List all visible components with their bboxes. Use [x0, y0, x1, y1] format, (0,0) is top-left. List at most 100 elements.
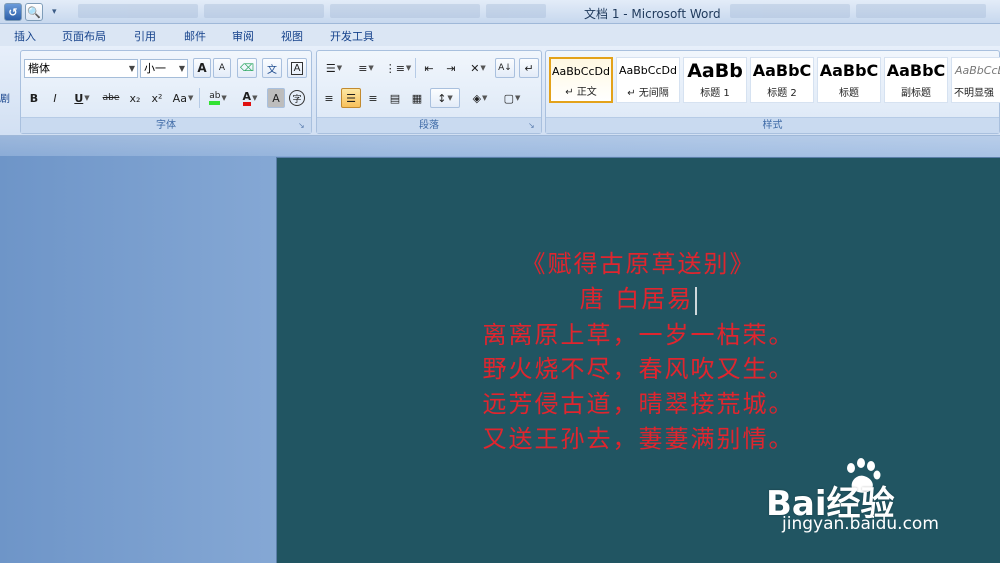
tab-developer[interactable]: 开发工具 — [330, 28, 374, 44]
style-normal[interactable]: AaBbCcDd ↵ 正文 — [549, 57, 613, 103]
style-name: 标题 1 — [700, 88, 730, 99]
chevron-down-icon: ▼ — [221, 94, 227, 102]
character-shading-button[interactable]: A — [267, 88, 285, 108]
change-case-label: Aa — [172, 91, 187, 105]
enclose-characters-button[interactable]: 字 — [287, 88, 307, 108]
style-sample: AaBbCcDd — [552, 65, 610, 78]
font-group: 楷体 ▼ 小一 ▼ A A ⌫ 文 A B I U▼ abe x₂ x² Aa — [20, 50, 312, 134]
font-dialog-launcher-icon[interactable]: ↘ — [298, 121, 307, 130]
chevron-down-icon: ▼ — [368, 64, 374, 72]
align-left-button[interactable]: ≡ — [319, 88, 339, 108]
line-spacing-button[interactable]: ↕ ▼ — [430, 88, 460, 108]
grow-font-button[interactable]: A — [193, 58, 211, 78]
window-title: 文档 1 - Microsoft Word — [584, 7, 721, 21]
font-size-select[interactable]: 小一 ▼ — [140, 59, 188, 78]
sort-icon: A↓ — [498, 63, 512, 73]
decrease-indent-button[interactable]: ⇤ — [419, 58, 439, 78]
font-color-button[interactable]: A ▼ — [235, 88, 265, 108]
align-right-button[interactable]: ≡ — [363, 88, 383, 108]
style-name: 不明显强 — [954, 88, 994, 99]
title-bar: ↺ 🔍 ▾ 文档 1 - Microsoft Word — [0, 0, 1000, 24]
phonetic-guide-icon: 文 — [267, 64, 277, 76]
clear-format-button[interactable]: ⌫ — [237, 58, 257, 78]
tab-page-layout[interactable]: 页面布局 — [62, 28, 106, 44]
print-preview-icon[interactable]: 🔍 — [25, 3, 43, 21]
undo-icon[interactable]: ↺ — [4, 3, 22, 21]
ribbon-tabs: 插入 页面布局 引用 邮件 审阅 视图 开发工具 — [0, 24, 1000, 46]
multilevel-list-icon: ⋮≡ — [384, 61, 405, 75]
justify-button[interactable]: ▤ — [385, 88, 405, 108]
ribbon: 剧 楷体 ▼ 小一 ▼ A A ⌫ 文 A B I U ▼ abe x₂ x² … — [0, 46, 1000, 136]
poem-author: 唐 白居易 — [579, 285, 694, 313]
paragraph-group-label: 段落 — [317, 117, 541, 133]
customize-toolbar-icon[interactable]: ▾ — [52, 3, 57, 21]
bold-button[interactable]: B — [24, 88, 44, 108]
chevron-down-icon: ▼ — [405, 64, 412, 72]
italic-button[interactable]: I — [45, 88, 65, 108]
chevron-down-icon: ▼ — [187, 94, 194, 102]
superscript-button[interactable]: x² — [147, 88, 167, 108]
styles-group-label: 样式 — [546, 117, 999, 133]
poem-line: 离离原上草，一岁一枯荣。 — [482, 321, 795, 349]
style-heading-2[interactable]: AaBbC 标题 2 — [750, 57, 814, 103]
shading-button[interactable]: ◈ ▼ — [465, 88, 495, 108]
shrink-font-icon: A — [218, 63, 226, 73]
watermark-url: jingyan.baidu.com — [782, 514, 939, 534]
highlighter-icon: ab — [209, 91, 221, 105]
subscript-button[interactable]: x₂ — [125, 88, 145, 108]
decrease-indent-icon: ⇤ — [424, 61, 434, 75]
sort-button[interactable]: A↓ — [495, 58, 515, 78]
style-name: ↵ 无间隔 — [627, 88, 669, 99]
character-border-icon: A — [290, 61, 304, 75]
text-cursor — [695, 286, 698, 315]
underline-label: U — [74, 91, 84, 105]
style-sample: AaBbCcDd — [619, 64, 677, 77]
tab-view[interactable]: 视图 — [281, 28, 303, 44]
chevron-down-icon: ▼ — [482, 94, 488, 102]
font-color-icon: A — [242, 91, 252, 106]
chinese-layout-button[interactable]: ✕ ▼ — [463, 58, 493, 78]
style-no-spacing[interactable]: AaBbCcDd ↵ 无间隔 — [616, 57, 680, 103]
bullets-button[interactable]: ☰ ▼ — [319, 58, 349, 78]
paragraph-dialog-launcher-icon[interactable]: ↘ — [528, 121, 537, 130]
style-heading-1[interactable]: AaBb 标题 1 — [683, 57, 747, 103]
style-sample: AaBbC — [886, 61, 946, 80]
character-border-button[interactable]: A — [287, 58, 307, 78]
chevron-down-icon: ▼ — [447, 94, 453, 102]
line-spacing-icon: ↕ — [437, 91, 447, 105]
style-title[interactable]: AaBbC 标题 — [817, 57, 881, 103]
increase-indent-button[interactable]: ⇥ — [441, 58, 461, 78]
style-subtle-emphasis[interactable]: AaBbCcD 不明显强 — [951, 57, 1000, 103]
font-group-label: 字体 — [21, 117, 311, 133]
shrink-font-button[interactable]: A — [213, 58, 231, 78]
highlight-color-button[interactable]: ab ▼ — [203, 88, 233, 108]
style-sample: AaBbC — [752, 61, 812, 80]
underline-button[interactable]: U ▼ — [67, 88, 97, 108]
tab-insert[interactable]: 插入 — [14, 28, 36, 44]
multilevel-list-button[interactable]: ⋮≡ ▼ — [383, 58, 413, 78]
font-name-value: 楷体 — [28, 62, 50, 75]
numbering-button[interactable]: ≡ ▼ — [351, 58, 381, 78]
poem-line: 又送王孙去，萋萋满别情。 — [482, 425, 795, 453]
strikethrough-button[interactable]: abe — [99, 88, 123, 108]
background-taskbar-right — [730, 4, 986, 18]
phonetic-guide-button[interactable]: 文 — [262, 58, 282, 78]
border-icon: ▢ — [503, 91, 514, 105]
paragraph-group: ☰ ▼ ≡ ▼ ⋮≡ ▼ ⇤ ⇥ ✕ ▼ A↓ ↵ ≡ ☰ ≡ ▤ ▦ ↕ ▼ ◈ ▼ ▢ ▼… — [316, 50, 542, 134]
borders-button[interactable]: ▢ ▼ — [497, 88, 527, 108]
tab-references[interactable]: 引用 — [134, 28, 156, 44]
style-sample: AaBbCcD — [955, 64, 1000, 77]
tab-review[interactable]: 审阅 — [232, 28, 254, 44]
show-marks-button[interactable]: ↵ — [519, 58, 539, 78]
align-center-button[interactable]: ☰ — [341, 88, 361, 108]
style-subtitle[interactable]: AaBbC 副标题 — [884, 57, 948, 103]
font-name-select[interactable]: 楷体 ▼ — [24, 59, 138, 78]
distributed-align-icon: ▦ — [411, 91, 423, 105]
taskbar-item — [730, 4, 850, 18]
font-size-value: 小一 — [144, 62, 166, 75]
enclose-characters-icon: 字 — [289, 90, 305, 106]
taskbar-item — [486, 4, 546, 18]
distributed-button[interactable]: ▦ — [407, 88, 427, 108]
change-case-button[interactable]: Aa ▼ — [169, 88, 197, 108]
tab-mailings[interactable]: 邮件 — [184, 28, 206, 44]
